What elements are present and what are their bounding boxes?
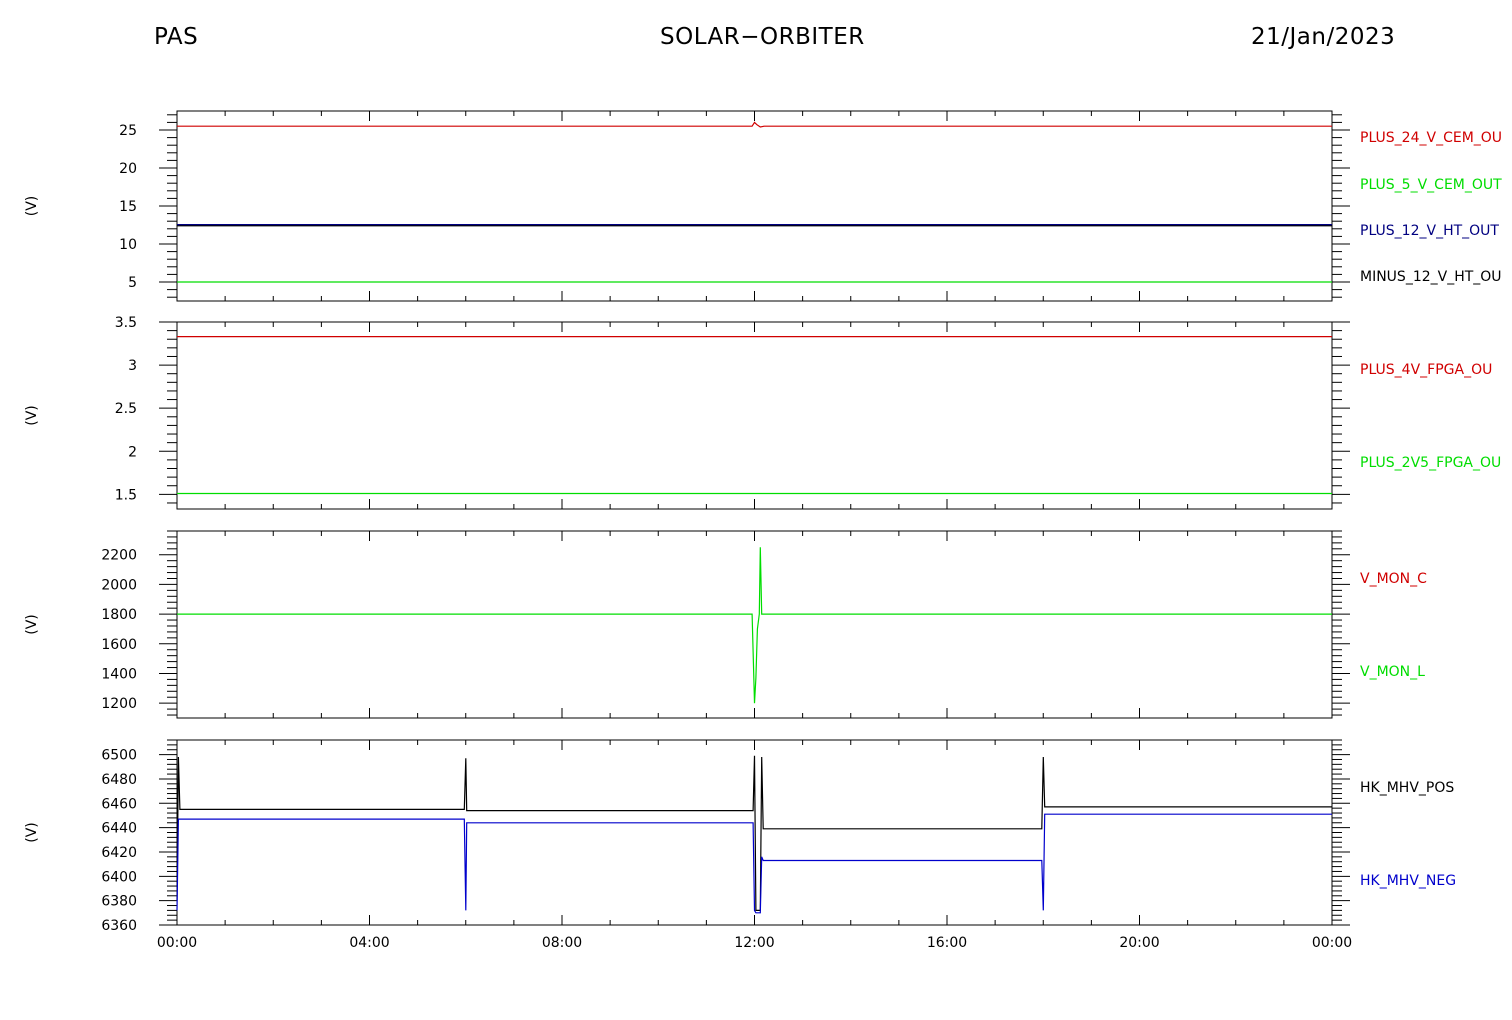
y-axis-label: (V) xyxy=(24,405,40,426)
y-axis-label: (V) xyxy=(24,614,40,635)
panel-1-frame xyxy=(176,110,1333,302)
y-tick-label: 1800 xyxy=(101,607,137,623)
legend-label-plus-5-v-cem-out: PLUS_5_V_CEM_OUT xyxy=(1360,177,1502,193)
y-tick-label: 10 xyxy=(119,237,137,253)
y-tick-label: 6400 xyxy=(101,869,137,885)
legend-label-hk-mhv-neg: HK_MHV_NEG xyxy=(1360,873,1456,889)
x-tick-label: 12:00 xyxy=(734,935,774,951)
y-tick-label: 3 xyxy=(128,358,137,374)
y-tick-label: 3.5 xyxy=(115,315,137,331)
plot-page: PAS SOLAR−ORBITER 21/Jan/2023 5 10 15 20 25(… xyxy=(0,0,1512,1020)
y-tick-label: 6380 xyxy=(101,894,137,910)
x-tick-label: 08:00 xyxy=(542,935,582,951)
x-tick-label: 20:00 xyxy=(1119,935,1159,951)
y-tick-label: 15 xyxy=(119,199,137,215)
x-tick-label: 04:00 xyxy=(349,935,389,951)
y-tick-label: 20 xyxy=(119,161,137,177)
x-tick-label: 00:00 xyxy=(1312,935,1352,951)
series-line-plus-24-v-cem-ou xyxy=(177,121,1332,128)
y-tick-label: 1400 xyxy=(101,666,137,682)
series-line-v-mon-l xyxy=(177,547,1332,704)
y-tick-label: 6500 xyxy=(101,748,137,764)
y-tick-label: 2 xyxy=(128,444,137,460)
legend-label-v-mon-c: V_MON_C xyxy=(1360,571,1427,587)
y-tick-label: 2200 xyxy=(101,548,137,564)
x-tick-label: 16:00 xyxy=(927,935,967,951)
y-tick-label: 6440 xyxy=(101,821,137,837)
y-tick-label: 6460 xyxy=(101,796,137,812)
y-tick-label: 1.5 xyxy=(115,487,137,503)
legend-label-hk-mhv-pos: HK_MHV_POS xyxy=(1360,780,1454,796)
y-tick-label: 6420 xyxy=(101,845,137,861)
y-tick-label: 6480 xyxy=(101,772,137,788)
legend-label-plus-4v-fpga-ou: PLUS_4V_FPGA_OU xyxy=(1360,362,1492,378)
y-tick-label: 1200 xyxy=(101,696,137,712)
y-tick-label: 6360 xyxy=(101,918,137,934)
legend-label-plus-12-v-ht-out: PLUS_12_V_HT_OUT xyxy=(1360,223,1499,239)
x-tick-label: 00:00 xyxy=(157,935,197,951)
y-axis-label: (V) xyxy=(24,822,40,843)
housekeeping-voltage-plots: 5 10 15 20 25 (V) PLUS_24_V_CEM_OU PLUS_5_V_CEM… xyxy=(24,110,1502,951)
y-tick-label: 1600 xyxy=(101,637,137,653)
legend-label-plus-24-v-cem-ou: PLUS_24_V_CEM_OU xyxy=(1360,130,1502,146)
legend-label-plus-2v5-fpga-ou: PLUS_2V5_FPGA_OU xyxy=(1360,455,1501,471)
legend-label-minus-12-v-ht-ou: MINUS_12_V_HT_OU xyxy=(1360,269,1502,285)
y-axis-label: (V) xyxy=(24,196,40,217)
panel-2-frame xyxy=(176,321,1333,510)
series-line-hk-mhv-neg xyxy=(176,813,1332,914)
y-tick-label: 2000 xyxy=(101,577,137,593)
y-tick-label: 2.5 xyxy=(115,401,137,417)
y-tick-label: 5 xyxy=(128,275,137,291)
y-tick-label: 25 xyxy=(119,123,137,139)
legend-label-v-mon-l: V_MON_L xyxy=(1360,664,1425,680)
